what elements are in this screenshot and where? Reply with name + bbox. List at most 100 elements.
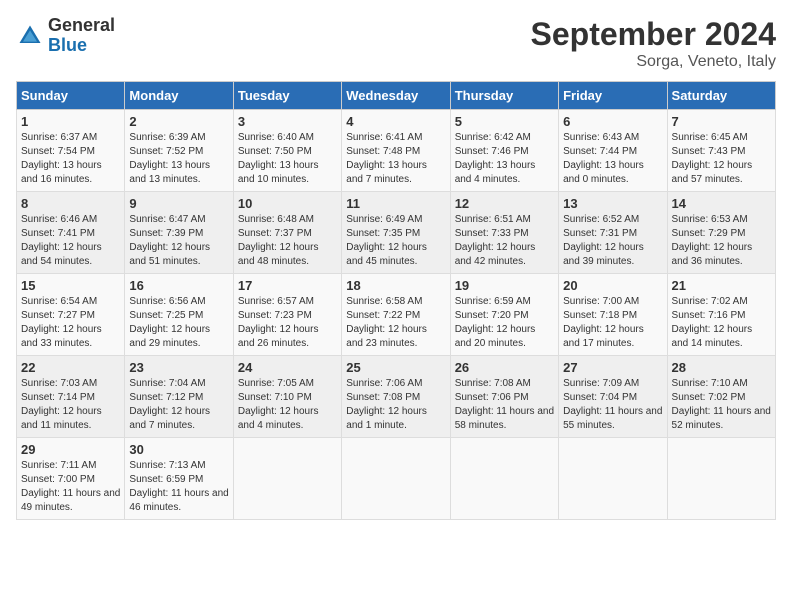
calendar-cell-w2d4: 19Sunrise: 6:59 AMSunset: 7:20 PMDayligh… <box>450 274 558 356</box>
sunrise-text: Sunrise: 6:51 AM <box>455 213 554 227</box>
sunset-text: Sunset: 7:06 PM <box>455 391 554 405</box>
day-number: 14 <box>672 196 771 211</box>
sunrise-text: Sunrise: 6:39 AM <box>129 131 228 145</box>
day-number: 11 <box>346 196 445 211</box>
col-header-sunday: Sunday <box>17 82 125 110</box>
sunrise-text: Sunrise: 7:04 AM <box>129 377 228 391</box>
daylight-text: Daylight: 12 hours and 20 minutes. <box>455 323 554 351</box>
month-title: September 2024 <box>531 16 776 53</box>
location-title: Sorga, Veneto, Italy <box>531 53 776 71</box>
daylight-text: Daylight: 13 hours and 10 minutes. <box>238 159 337 187</box>
sunset-text: Sunset: 7:44 PM <box>563 145 662 159</box>
day-number: 8 <box>21 196 120 211</box>
day-number: 21 <box>672 278 771 293</box>
daylight-text: Daylight: 11 hours and 46 minutes. <box>129 487 228 515</box>
calendar-cell-w2d0: 15Sunrise: 6:54 AMSunset: 7:27 PMDayligh… <box>17 274 125 356</box>
sunset-text: Sunset: 7:04 PM <box>563 391 662 405</box>
sunrise-text: Sunrise: 7:02 AM <box>672 295 771 309</box>
calendar-cell-w1d6: 14Sunrise: 6:53 AMSunset: 7:29 PMDayligh… <box>667 192 775 274</box>
calendar-cell-w2d2: 17Sunrise: 6:57 AMSunset: 7:23 PMDayligh… <box>233 274 341 356</box>
calendar-cell-w0d0: 1Sunrise: 6:37 AMSunset: 7:54 PMDaylight… <box>17 110 125 192</box>
week-row-2: 15Sunrise: 6:54 AMSunset: 7:27 PMDayligh… <box>17 274 776 356</box>
sunrise-text: Sunrise: 7:00 AM <box>563 295 662 309</box>
daylight-text: Daylight: 11 hours and 55 minutes. <box>563 405 662 433</box>
calendar-cell-w3d6: 28Sunrise: 7:10 AMSunset: 7:02 PMDayligh… <box>667 356 775 438</box>
sunrise-text: Sunrise: 6:54 AM <box>21 295 120 309</box>
calendar-cell-w0d2: 3Sunrise: 6:40 AMSunset: 7:50 PMDaylight… <box>233 110 341 192</box>
sunrise-text: Sunrise: 6:45 AM <box>672 131 771 145</box>
sunset-text: Sunset: 7:16 PM <box>672 309 771 323</box>
day-number: 25 <box>346 360 445 375</box>
sunset-text: Sunset: 6:59 PM <box>129 473 228 487</box>
sunset-text: Sunset: 7:27 PM <box>21 309 120 323</box>
sunset-text: Sunset: 7:22 PM <box>346 309 445 323</box>
day-number: 28 <box>672 360 771 375</box>
sunset-text: Sunset: 7:00 PM <box>21 473 120 487</box>
calendar-cell-w1d0: 8Sunrise: 6:46 AMSunset: 7:41 PMDaylight… <box>17 192 125 274</box>
week-row-4: 29Sunrise: 7:11 AMSunset: 7:00 PMDayligh… <box>17 438 776 520</box>
daylight-text: Daylight: 13 hours and 7 minutes. <box>346 159 445 187</box>
day-number: 29 <box>21 442 120 457</box>
calendar-cell-w4d3 <box>342 438 450 520</box>
sunrise-text: Sunrise: 6:42 AM <box>455 131 554 145</box>
sunrise-text: Sunrise: 6:53 AM <box>672 213 771 227</box>
sunrise-text: Sunrise: 6:57 AM <box>238 295 337 309</box>
sunset-text: Sunset: 7:33 PM <box>455 227 554 241</box>
sunrise-text: Sunrise: 6:52 AM <box>563 213 662 227</box>
sunset-text: Sunset: 7:12 PM <box>129 391 228 405</box>
daylight-text: Daylight: 12 hours and 45 minutes. <box>346 241 445 269</box>
calendar-cell-w0d1: 2Sunrise: 6:39 AMSunset: 7:52 PMDaylight… <box>125 110 233 192</box>
day-number: 6 <box>563 114 662 129</box>
daylight-text: Daylight: 11 hours and 49 minutes. <box>21 487 120 515</box>
logo-general-text: General <box>48 16 115 36</box>
sunset-text: Sunset: 7:23 PM <box>238 309 337 323</box>
daylight-text: Daylight: 12 hours and 26 minutes. <box>238 323 337 351</box>
day-number: 30 <box>129 442 228 457</box>
day-number: 23 <box>129 360 228 375</box>
sunrise-text: Sunrise: 6:58 AM <box>346 295 445 309</box>
sunrise-text: Sunrise: 6:56 AM <box>129 295 228 309</box>
sunset-text: Sunset: 7:43 PM <box>672 145 771 159</box>
calendar-cell-w0d4: 5Sunrise: 6:42 AMSunset: 7:46 PMDaylight… <box>450 110 558 192</box>
day-number: 7 <box>672 114 771 129</box>
day-number: 20 <box>563 278 662 293</box>
sunrise-text: Sunrise: 7:10 AM <box>672 377 771 391</box>
day-number: 16 <box>129 278 228 293</box>
sunset-text: Sunset: 7:50 PM <box>238 145 337 159</box>
day-number: 24 <box>238 360 337 375</box>
sunrise-text: Sunrise: 6:47 AM <box>129 213 228 227</box>
calendar-cell-w2d1: 16Sunrise: 6:56 AMSunset: 7:25 PMDayligh… <box>125 274 233 356</box>
sunrise-text: Sunrise: 7:13 AM <box>129 459 228 473</box>
sunrise-text: Sunrise: 7:05 AM <box>238 377 337 391</box>
calendar-cell-w4d0: 29Sunrise: 7:11 AMSunset: 7:00 PMDayligh… <box>17 438 125 520</box>
sunset-text: Sunset: 7:14 PM <box>21 391 120 405</box>
calendar-cell-w4d6 <box>667 438 775 520</box>
sunset-text: Sunset: 7:02 PM <box>672 391 771 405</box>
sunrise-text: Sunrise: 7:08 AM <box>455 377 554 391</box>
col-header-thursday: Thursday <box>450 82 558 110</box>
daylight-text: Daylight: 12 hours and 57 minutes. <box>672 159 771 187</box>
calendar-cell-w2d6: 21Sunrise: 7:02 AMSunset: 7:16 PMDayligh… <box>667 274 775 356</box>
day-number: 27 <box>563 360 662 375</box>
day-number: 13 <box>563 196 662 211</box>
col-header-saturday: Saturday <box>667 82 775 110</box>
sunset-text: Sunset: 7:10 PM <box>238 391 337 405</box>
day-number: 9 <box>129 196 228 211</box>
day-number: 10 <box>238 196 337 211</box>
daylight-text: Daylight: 12 hours and 23 minutes. <box>346 323 445 351</box>
sunrise-text: Sunrise: 6:48 AM <box>238 213 337 227</box>
calendar-cell-w4d1: 30 Sunrise: 7:13 AMSunset: 6:59 PMDayligh… <box>125 438 233 520</box>
sunrise-text: Sunrise: 7:09 AM <box>563 377 662 391</box>
logo-text: General Blue <box>48 16 115 56</box>
col-header-wednesday: Wednesday <box>342 82 450 110</box>
header: General Blue September 2024 Sorga, Venet… <box>16 16 776 71</box>
calendar-cell-w3d5: 27 Sunrise: 7:09 AMSunset: 7:04 PMDayligh… <box>559 356 667 438</box>
sunrise-text: Sunrise: 6:59 AM <box>455 295 554 309</box>
sunset-text: Sunset: 7:37 PM <box>238 227 337 241</box>
calendar-cell-w4d5 <box>559 438 667 520</box>
daylight-text: Daylight: 12 hours and 36 minutes. <box>672 241 771 269</box>
calendar-cell-w0d3: 4Sunrise: 6:41 AMSunset: 7:48 PMDaylight… <box>342 110 450 192</box>
sunrise-text: Sunrise: 6:40 AM <box>238 131 337 145</box>
sunset-text: Sunset: 7:35 PM <box>346 227 445 241</box>
calendar-cell-w3d0: 22Sunrise: 7:03 AMSunset: 7:14 PMDayligh… <box>17 356 125 438</box>
